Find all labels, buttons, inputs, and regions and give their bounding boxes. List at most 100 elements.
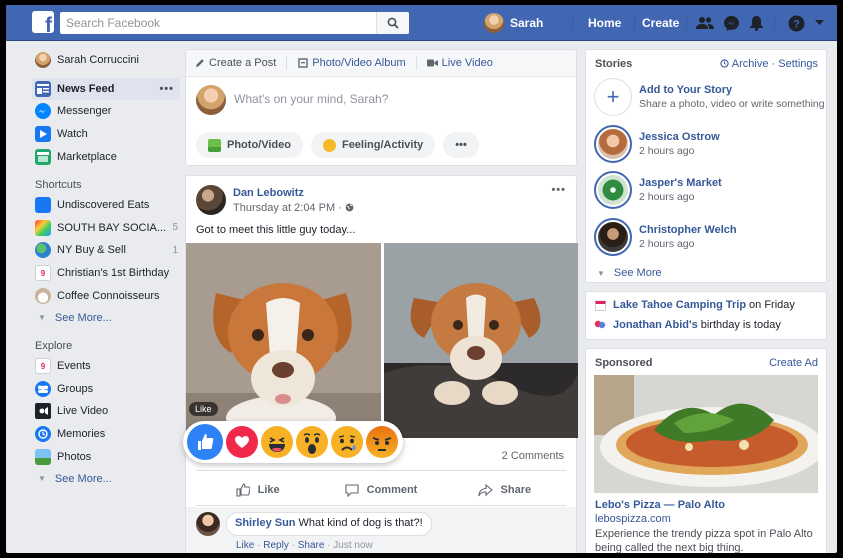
ad-image[interactable]: [594, 375, 818, 493]
sidebar-item-events[interactable]: 9 Events: [32, 355, 180, 378]
story-ring: [594, 217, 632, 256]
comment-reply-link[interactable]: Reply: [263, 540, 289, 551]
story-text: Add to Your Story Share a photo, video o…: [639, 84, 825, 110]
avatar[interactable]: [196, 512, 220, 536]
more-options-icon[interactable]: •••: [159, 83, 174, 95]
sidebar-item-live-video[interactable]: Live Video: [32, 400, 180, 423]
sidebar-item-shortcut[interactable]: 9 Christian's 1st Birthday: [32, 262, 180, 285]
post-options-icon[interactable]: •••: [551, 184, 566, 196]
comment-share-link[interactable]: Share: [298, 540, 325, 551]
sidebar-item-shortcut[interactable]: Undiscovered Eats: [32, 194, 180, 217]
calendar-icon: 9: [35, 358, 51, 375]
add-to-story-item[interactable]: + Add to Your Story Share a photo, video…: [586, 74, 826, 121]
shortcuts-see-more-link[interactable]: ▼ See More...: [32, 307, 180, 329]
birthday-name[interactable]: Jonathan Abid's: [613, 319, 698, 331]
ad-title[interactable]: Lebo's Pizza — Palo Alto: [595, 499, 725, 511]
tab-live-video[interactable]: Live Video: [426, 57, 493, 69]
sidebar-item-shortcut[interactable]: NY Buy & Sell 1: [32, 239, 180, 262]
help-icon[interactable]: ?: [787, 14, 805, 32]
page-icon: [35, 197, 51, 214]
haha-reaction-icon[interactable]: [261, 426, 293, 458]
pencil-icon: [194, 58, 205, 69]
see-more-label: See More: [613, 267, 662, 279]
post-photo[interactable]: [384, 243, 578, 438]
profile-link[interactable]: Sarah: [484, 12, 543, 34]
search-box: [60, 12, 409, 34]
post-author[interactable]: Dan Lebowitz: [233, 187, 304, 199]
friend-requests-icon[interactable]: [696, 14, 714, 32]
divider: [196, 470, 566, 471]
sponsored-header: Sponsored Create Ad: [586, 349, 826, 373]
sidebar-item-watch[interactable]: Watch: [32, 123, 180, 146]
sidebar-item-groups[interactable]: Groups: [32, 378, 180, 401]
love-reaction-icon[interactable]: [226, 426, 258, 458]
post-actions: Like Comment Share: [196, 476, 566, 504]
plus-icon: +: [594, 78, 632, 117]
groups-icon: [35, 380, 51, 397]
divider: [286, 56, 288, 70]
avatar[interactable]: [196, 185, 226, 215]
sidebar-item-shortcut[interactable]: Coffee Connoisseurs: [32, 284, 180, 307]
wow-reaction-icon[interactable]: [296, 426, 328, 458]
story-item[interactable]: Jasper's Market 2 hours ago: [586, 167, 826, 214]
angry-reaction-icon[interactable]: [366, 426, 398, 458]
status-input[interactable]: [234, 89, 554, 109]
tab-photo-video-album[interactable]: Photo/Video Album: [297, 57, 406, 69]
post-timestamp[interactable]: Thursday at 2:04 PM ·: [233, 202, 345, 214]
sidebar-item-label: Photos: [57, 450, 92, 463]
messenger-icon[interactable]: [722, 14, 740, 32]
sidebar-item-news-feed[interactable]: News Feed •••: [32, 77, 180, 101]
explore-heading: Explore: [35, 339, 73, 352]
like-button[interactable]: Like: [196, 476, 319, 504]
news-feed-icon: [35, 80, 51, 97]
search-button[interactable]: [376, 12, 409, 34]
sidebar-profile[interactable]: Sarah Corruccini: [32, 49, 180, 72]
search-icon: [387, 17, 399, 29]
see-more-label: See More...: [54, 472, 112, 485]
sidebar-item-shortcut[interactable]: SOUTH BAY SOCIA... 5: [32, 217, 180, 240]
create-ad-link[interactable]: Create Ad: [769, 357, 818, 369]
settings-link[interactable]: Settings: [778, 58, 818, 70]
sidebar-item-label: NY Buy & Sell: [57, 244, 126, 257]
sidebar-item-marketplace[interactable]: Marketplace: [32, 145, 180, 168]
stories-see-more-link[interactable]: ▼ See More: [586, 262, 826, 284]
home-link[interactable]: Home: [588, 16, 621, 30]
birthday-reminder[interactable]: Jonathan Abid's birthday is today: [594, 319, 781, 331]
event-name[interactable]: Lake Tahoe Camping Trip: [613, 299, 746, 311]
comments-count-link[interactable]: 2 Comments: [502, 450, 564, 462]
facebook-logo-icon[interactable]: f: [32, 11, 54, 33]
archive-link[interactable]: Archive: [732, 58, 769, 70]
story-time: 2 hours ago: [639, 144, 695, 157]
stories-panel: Stories Archive · Settings + Add to Your…: [585, 49, 827, 283]
story-item[interactable]: Christopher Welch 2 hours ago: [586, 214, 826, 261]
search-input[interactable]: [60, 12, 376, 34]
like-reaction-icon[interactable]: [187, 424, 223, 460]
comment-button[interactable]: Comment: [319, 476, 442, 504]
comment-bubble: Shirley Sun What kind of dog is that?!: [226, 512, 432, 536]
comment-author[interactable]: Shirley Sun: [235, 517, 296, 529]
more-options-button[interactable]: •••: [443, 132, 479, 158]
composer-body: [186, 77, 576, 123]
create-link[interactable]: Create: [642, 16, 679, 30]
group-rainbow-icon: [35, 219, 51, 236]
comments-section: Shirley Sun What kind of dog is that?! Li…: [186, 507, 576, 553]
explore-see-more-link[interactable]: ▼ See More...: [32, 468, 180, 490]
photo-video-button[interactable]: Photo/Video: [196, 132, 303, 158]
button-label: Like: [257, 484, 280, 496]
avatar: [196, 85, 226, 115]
share-button[interactable]: Share: [443, 476, 566, 504]
event-reminder[interactable]: Lake Tahoe Camping Trip on Friday: [594, 299, 795, 311]
comment-like-link[interactable]: Like: [236, 540, 254, 551]
notifications-bell-icon[interactable]: [747, 14, 765, 32]
ad-url[interactable]: lebospizza.com: [595, 513, 671, 525]
sidebar-item-photos[interactable]: Photos: [32, 445, 180, 468]
story-item[interactable]: Jessica Ostrow 2 hours ago: [586, 121, 826, 168]
sad-reaction-icon[interactable]: [331, 426, 363, 458]
tab-create-post[interactable]: Create a Post: [194, 57, 276, 69]
sidebar-item-memories[interactable]: Memories: [32, 423, 180, 446]
sidebar-item-messenger[interactable]: Messenger: [32, 100, 180, 123]
account-menu-chevron-down-icon[interactable]: [810, 14, 828, 32]
divider: [774, 16, 775, 30]
button-label: Feeling/Activity: [341, 139, 424, 151]
feeling-activity-button[interactable]: Feeling/Activity: [310, 132, 436, 158]
